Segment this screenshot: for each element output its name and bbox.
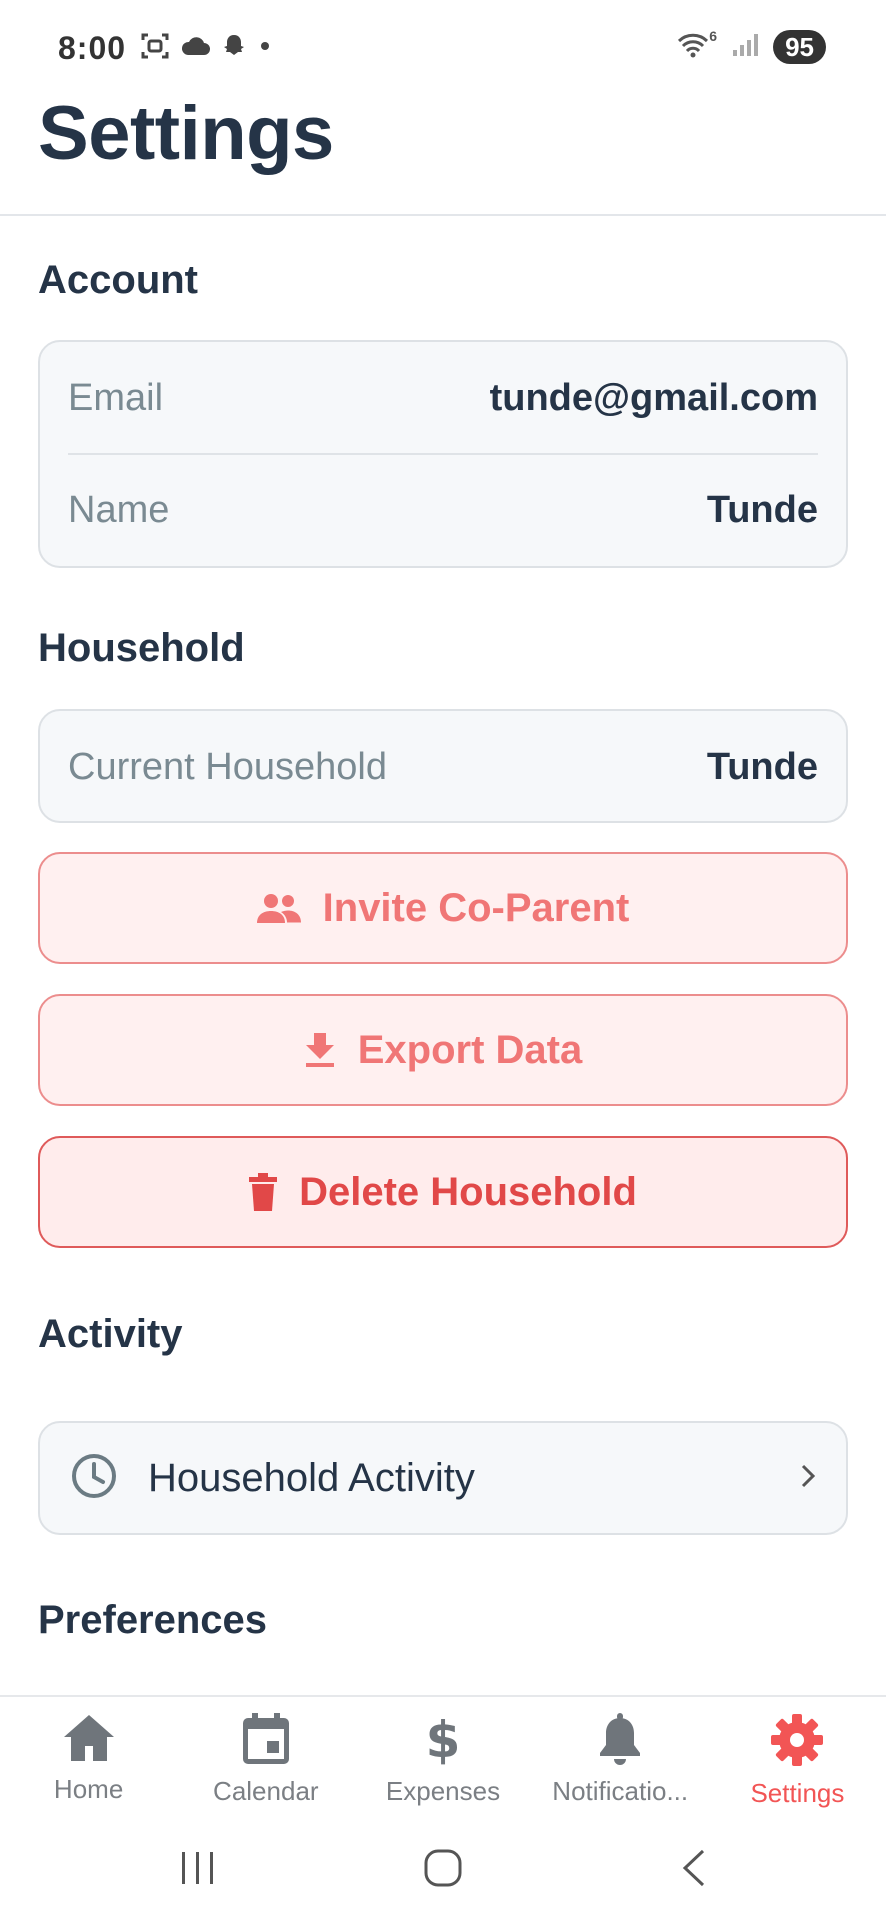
nav-expenses-label: Expenses xyxy=(385,1776,501,1806)
current-household-label: Current Household xyxy=(68,745,387,788)
system-nav-bar xyxy=(0,1820,886,1920)
account-card-divider xyxy=(68,453,818,455)
email-row: Email tunde@gmail.com xyxy=(68,366,818,430)
bottom-nav: Home Calendar $ Expenses Notificatio... xyxy=(0,1695,886,1820)
status-bar: 8:00 6 95 xyxy=(0,0,886,90)
page-title: Settings xyxy=(38,91,334,176)
battery-indicator: 95 xyxy=(773,30,826,64)
cloud-icon xyxy=(180,35,210,62)
trash-icon xyxy=(249,1173,278,1211)
export-data-label: Export Data xyxy=(357,1027,583,1072)
name-value: Tunde xyxy=(706,488,818,531)
status-notification-icons xyxy=(140,32,272,64)
nav-calendar[interactable]: Calendar xyxy=(177,1697,354,1820)
nav-notifications-label: Notificatio... xyxy=(552,1776,689,1806)
home-icon xyxy=(62,1713,116,1768)
current-household-row: Current Household Tunde xyxy=(68,735,818,799)
nav-settings[interactable]: Settings xyxy=(709,1697,886,1820)
nav-home[interactable]: Home xyxy=(0,1697,177,1820)
signal-icon xyxy=(731,32,759,63)
account-section-title: Account xyxy=(38,258,198,302)
nav-notifications[interactable]: Notificatio... xyxy=(532,1697,709,1820)
clock-icon xyxy=(70,1452,118,1505)
status-time: 8:00 xyxy=(58,30,127,66)
household-activity-label: Household Activity xyxy=(148,1455,475,1500)
back-chevron-icon xyxy=(679,1848,709,1893)
wifi-icon: 6 xyxy=(677,28,717,62)
nav-settings-label: Settings xyxy=(750,1778,845,1808)
preferences-section-title: Preferences xyxy=(38,1598,268,1642)
household-section-title: Household xyxy=(38,626,245,670)
dot-icon xyxy=(258,39,272,58)
name-row: Name Tunde xyxy=(68,478,818,542)
email-label: Email xyxy=(68,376,164,419)
back-system-button[interactable] xyxy=(654,1842,734,1898)
email-value: tunde@gmail.com xyxy=(489,376,818,419)
recent-apps-icon xyxy=(178,1850,218,1891)
delete-household-button[interactable]: Delete Household xyxy=(38,1136,848,1248)
current-household-value: Tunde xyxy=(706,745,818,788)
calendar-icon xyxy=(241,1713,291,1770)
household-activity-item[interactable]: Household Activity xyxy=(38,1421,848,1535)
household-card: Current Household Tunde xyxy=(38,709,848,823)
invite-co-parent-button[interactable]: Invite Co-Parent xyxy=(38,852,848,964)
nav-home-label: Home xyxy=(53,1774,124,1804)
home-system-button[interactable] xyxy=(403,1842,483,1898)
activity-section-title: Activity xyxy=(38,1312,183,1356)
account-card: Email tunde@gmail.com Name Tunde xyxy=(38,340,848,568)
export-data-button[interactable]: Export Data xyxy=(38,994,848,1106)
recent-apps-button[interactable] xyxy=(158,1842,238,1898)
invite-co-parent-label: Invite Co-Parent xyxy=(322,885,630,930)
name-label: Name xyxy=(68,488,170,531)
people-icon xyxy=(256,893,301,923)
chevron-right-icon xyxy=(800,1463,816,1494)
home-circle-icon xyxy=(423,1848,463,1893)
settings-screen: 8:00 6 95 Settings Account Email tunde@g… xyxy=(0,0,886,1920)
dollar-icon: $ xyxy=(423,1711,463,1770)
nav-calendar-label: Calendar xyxy=(213,1776,319,1806)
snapchat-icon xyxy=(220,32,248,65)
header-divider xyxy=(0,214,886,216)
wifi-badge: 6 xyxy=(709,28,718,44)
delete-household-label: Delete Household xyxy=(299,1169,637,1214)
status-system-icons: 6 95 xyxy=(677,28,826,64)
download-icon xyxy=(304,1031,336,1069)
nav-expenses[interactable]: $ Expenses xyxy=(354,1697,531,1820)
bell-icon xyxy=(597,1713,643,1770)
svg-text:$: $ xyxy=(426,1713,461,1765)
screenshot-icon xyxy=(140,31,170,66)
gear-icon xyxy=(770,1713,824,1772)
